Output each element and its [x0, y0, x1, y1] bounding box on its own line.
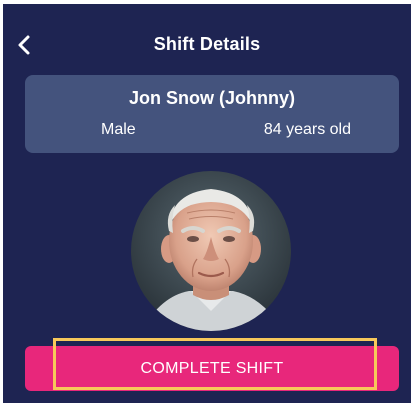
patient-age: 84 years old [263, 121, 351, 138]
header: Shift Details [3, 4, 411, 82]
patient-name: Jon Snow (Johnny) [129, 88, 295, 108]
page-title: Shift Details [153, 34, 261, 54]
complete-shift-button[interactable]: COMPLETE SHIFT [25, 346, 399, 391]
patient-avatar [131, 171, 291, 331]
patient-gender: Male [101, 121, 136, 138]
shift-details-screen: Shift Details Jon Snow (Johnny) Male 84 … [3, 4, 411, 403]
patient-card: Jon Snow (Johnny) Male 84 years old [25, 75, 399, 153]
